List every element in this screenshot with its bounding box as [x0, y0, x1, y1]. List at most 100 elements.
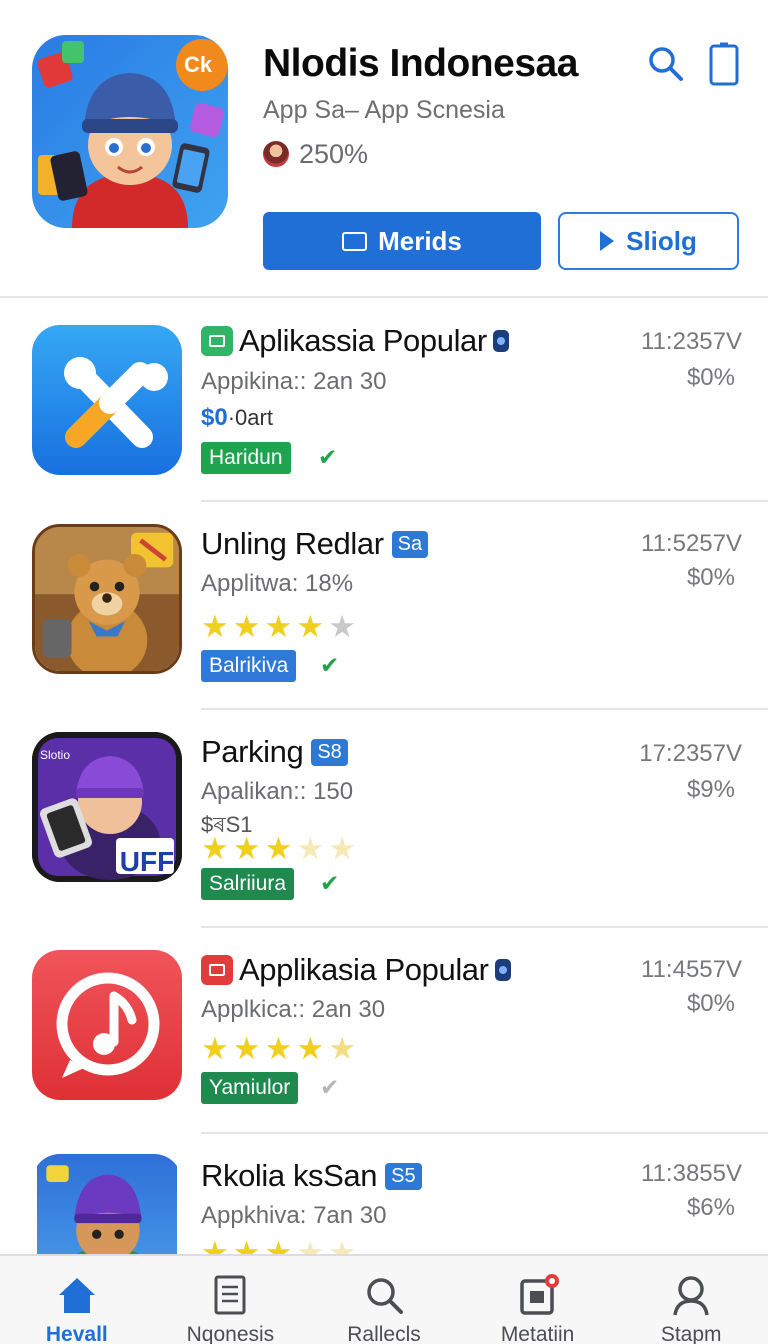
star-icon: ★ — [232, 1031, 261, 1066]
app-icon — [32, 524, 182, 674]
bear-app-icon — [35, 527, 179, 671]
timestamp: 17:2357V — [639, 740, 742, 767]
app-name: Rkolia ksSan — [201, 1158, 378, 1193]
mail-icon — [201, 326, 233, 356]
list-item[interactable]: Aplikassia Popular Appikina:: 2an 30 $0·… — [0, 300, 768, 504]
app-subtitle: App Sa– App Scnesia — [263, 96, 505, 124]
nav-item-notifications[interactable]: Metatiin — [461, 1256, 615, 1344]
secondary-action-button[interactable]: Sliolg — [558, 212, 739, 270]
lock-icon — [494, 959, 511, 981]
tools-app-icon — [32, 325, 182, 475]
hero-icon-badge: Ck — [183, 52, 213, 77]
app-title: Nlodis Indonesaa — [263, 42, 578, 85]
nav-item-profile[interactable]: Stapm — [614, 1256, 768, 1344]
icon-caption: Slotio — [40, 748, 71, 762]
secondary-action-label: Sliolg — [626, 225, 697, 256]
timestamp: 11:5257V — [641, 530, 742, 557]
rating-value: 250% — [299, 138, 369, 169]
status-badge: Salriiura — [201, 868, 295, 900]
app-badge: S5 — [385, 1162, 422, 1190]
nav-label: Stapm — [660, 1323, 722, 1344]
app-name: Aplikassia Popular — [239, 323, 487, 358]
percent-value: $0% — [686, 564, 735, 591]
percent-value: $0% — [686, 990, 735, 1017]
nav-label: Metatiin — [500, 1323, 575, 1344]
app-name: Applikasia Popular — [239, 952, 489, 987]
price: $0·0art — [201, 404, 273, 432]
percent-value: $0% — [686, 364, 735, 391]
app-subtitle: Applitwa: 18% — [201, 570, 354, 597]
star-icon: ★ — [296, 1235, 325, 1254]
search-button[interactable] — [646, 44, 686, 84]
home-icon — [58, 1278, 95, 1313]
app-subtitle: Appikina:: 2an 30 — [201, 368, 387, 395]
star-icon: ★ — [201, 1235, 229, 1254]
list-item[interactable]: Rkolia ksSan S5 Appkhiva: 7an 30 ★ ★ ★ ★… — [0, 1134, 768, 1254]
star-icon: ★ — [264, 609, 293, 644]
percent-value: $9% — [686, 776, 735, 803]
list-item[interactable]: Applikasia Popular Applkica:: 2an 30 ★ ★… — [0, 928, 768, 1134]
mail-icon — [201, 955, 233, 985]
nav-item-home[interactable]: Hevall — [0, 1256, 154, 1344]
price-value: $0 — [201, 404, 228, 431]
star-icon: ★ — [328, 1235, 356, 1254]
star-icon: ★ — [264, 1031, 293, 1066]
app-icon — [32, 325, 182, 475]
star-rating: ★ ★ ★ ★ ★ — [201, 1031, 356, 1066]
phone-icon — [709, 42, 739, 86]
timestamp: 11:2357V — [641, 328, 742, 355]
primary-action-button[interactable]: Merids — [263, 212, 541, 270]
app-subtitle: Appkhiva: 7an 30 — [201, 1202, 387, 1229]
timestamp: 11:4557V — [641, 956, 742, 983]
primary-action-label: Merids — [378, 225, 462, 256]
profile-icon — [673, 1276, 709, 1316]
app-icon — [32, 950, 182, 1100]
search-icon — [367, 1278, 403, 1314]
nav-item-search[interactable]: Rallecls — [307, 1256, 461, 1344]
star-icon: ★ — [328, 609, 356, 644]
list-item[interactable]: Slotio UFF Parking S8 Apalikan:: 150 $ৰS… — [0, 710, 768, 928]
device-button[interactable] — [707, 42, 741, 86]
app-subtitle: Apalikan:: 150 — [201, 778, 354, 805]
rating-row: 250% — [263, 138, 368, 170]
star-icon: ★ — [264, 831, 293, 866]
app-name: Parking — [201, 734, 304, 769]
timestamp: 11:3855V — [641, 1160, 742, 1187]
document-icon — [214, 1275, 246, 1315]
search-icon — [649, 47, 683, 81]
app-header: Ck Nlodis Indonesaa App Sa– App Scnesia … — [0, 0, 768, 298]
status-badge: Haridun — [201, 442, 291, 474]
screen-icon — [342, 231, 368, 251]
star-rating: ★ ★ ★ ★ ★ — [201, 831, 356, 866]
bottom-navigation: Hevall Nqonesis Rallecls Metatiin Stapm — [0, 1254, 768, 1344]
star-rating: ★ ★ ★ ★ ★ — [201, 609, 356, 644]
star-icon: ★ — [264, 1235, 293, 1254]
star-icon: ★ — [296, 609, 325, 644]
nav-label: Rallecls — [347, 1323, 421, 1344]
status-badge: Balrikiva — [201, 650, 297, 682]
app-icon — [32, 1154, 182, 1254]
price-suffix: ·0art — [227, 405, 273, 430]
check-icon: ✔ — [320, 652, 340, 678]
avatar — [263, 141, 289, 167]
star-icon: ★ — [201, 831, 229, 866]
icon-label: UFF — [119, 846, 175, 877]
character-app-icon — [37, 1154, 177, 1254]
star-icon: ★ — [201, 609, 229, 644]
app-badge: S8 — [311, 738, 348, 766]
star-icon: ★ — [328, 1031, 356, 1066]
check-icon: ✔ — [320, 1074, 340, 1100]
star-rating: ★ ★ ★ ★ ★ — [201, 1235, 356, 1254]
notification-icon — [519, 1274, 559, 1315]
nav-label: Nqonesis — [186, 1323, 275, 1344]
star-icon: ★ — [232, 1235, 261, 1254]
nav-item-documents[interactable]: Nqonesis — [154, 1256, 308, 1344]
status-badge: Yamiulor — [201, 1072, 299, 1104]
check-icon: ✔ — [318, 444, 338, 470]
check-icon: ✔ — [320, 870, 340, 896]
app-subtitle: Applkica:: 2an 30 — [201, 996, 386, 1023]
list-item[interactable]: Unling Redlar Sa Applitwa: 18% ★ ★ ★ ★ ★… — [0, 502, 768, 710]
nav-label: Hevall — [45, 1323, 108, 1344]
app-name: Unling Redlar — [201, 526, 384, 561]
star-icon: ★ — [296, 831, 325, 866]
